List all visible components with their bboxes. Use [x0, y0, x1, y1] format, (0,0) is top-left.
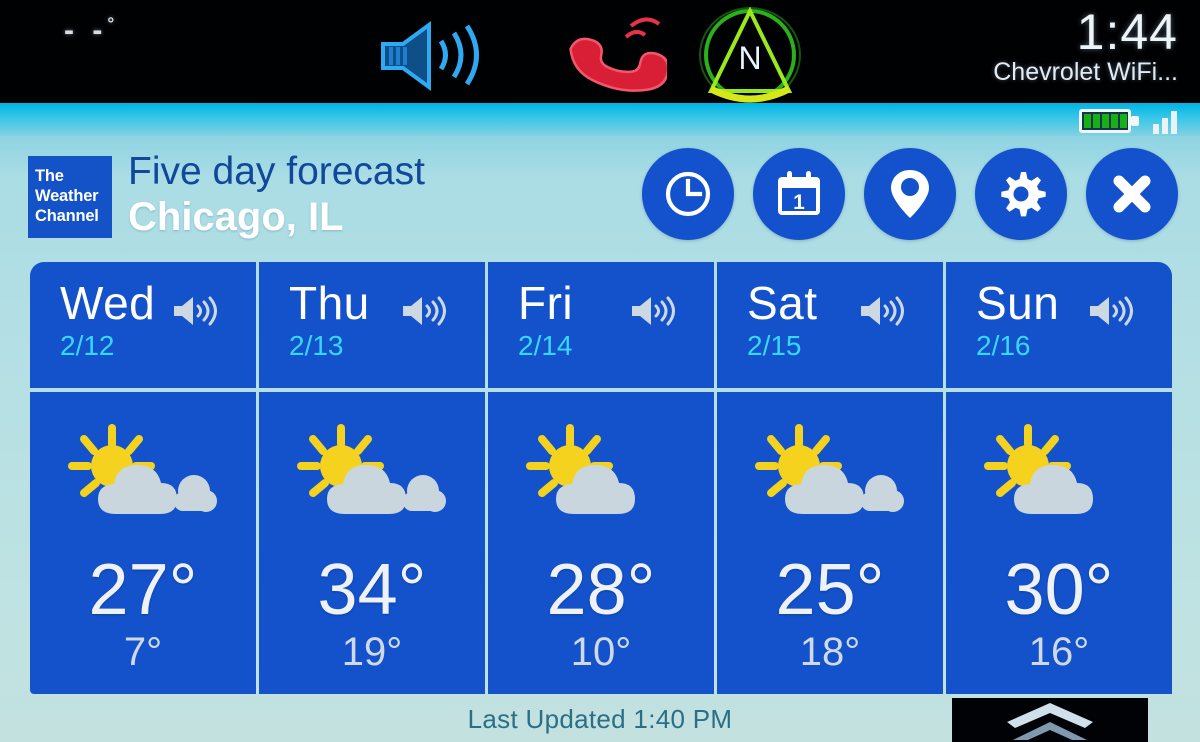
forecast-day-header[interactable]: Thu 2/13: [259, 262, 485, 388]
five-day-forecast-grid: Wed 2/12 27° 7° Thu 2/13 34° 19° Fri 2/1…: [30, 262, 1172, 694]
last-updated-label: Last Updated 1:40 PM: [467, 704, 733, 734]
day-name: Thu: [289, 277, 370, 329]
day-date: 2/13: [289, 330, 344, 361]
the-weather-channel-logo: The Weather Channel: [28, 156, 112, 238]
day-date: 2/16: [976, 330, 1031, 361]
outside-temperature-display: - -°: [64, 14, 119, 48]
daily-calendar-button[interactable]: 1: [753, 148, 845, 240]
vehicle-status-bar: - -° N 1:44 Chevrolet WiFi...: [0, 0, 1200, 104]
partly-cloudy-icon: [970, 422, 1148, 530]
logo-line-1: The: [35, 167, 64, 185]
calendar-icon: 1: [778, 171, 820, 215]
speaker-icon[interactable]: [172, 294, 218, 328]
map-pin-icon: [891, 170, 929, 218]
battery-icon: [1079, 109, 1139, 133]
forecast-day-column: Wed 2/12 27° 7°: [30, 262, 256, 694]
low-temperature: 16°: [1028, 630, 1090, 674]
high-temperature: 34°: [317, 550, 427, 630]
calendar-day-number: 1: [793, 191, 805, 214]
forecast-day-body[interactable]: 28° 10°: [488, 392, 714, 694]
high-temperature: 25°: [775, 550, 885, 630]
high-temperature: 30°: [1004, 550, 1114, 630]
low-temperature: 7°: [123, 630, 163, 674]
logo-line-3: Channel: [35, 207, 99, 225]
day-date: 2/14: [518, 330, 573, 361]
day-name: Sun: [976, 277, 1060, 329]
connection-label: Chevrolet WiFi...: [993, 58, 1178, 86]
forecast-day-body[interactable]: 34° 19°: [259, 392, 485, 694]
logo-line-2: Weather: [35, 187, 99, 205]
partly-cloudy-icon: [741, 422, 919, 530]
low-temperature: 19°: [341, 630, 403, 674]
day-date: 2/12: [60, 330, 115, 361]
drawer-handle[interactable]: [952, 698, 1148, 742]
high-temperature: 28°: [546, 550, 656, 630]
forecast-day-body[interactable]: 25° 18°: [717, 392, 943, 694]
speaker-icon[interactable]: [859, 294, 905, 328]
location-button[interactable]: [864, 148, 956, 240]
outside-temperature-value: - -: [64, 14, 108, 47]
gear-icon: [1001, 172, 1046, 217]
status-strip: [0, 103, 1200, 139]
forecast-day-column: Sat 2/15 25° 18°: [717, 262, 943, 694]
signal-bars-icon: [1153, 111, 1177, 134]
speaker-icon[interactable]: [401, 294, 447, 328]
forecast-day-header[interactable]: Wed 2/12: [30, 262, 256, 388]
day-name: Wed: [60, 277, 156, 329]
clock-time: 1:44: [1076, 4, 1178, 60]
speaker-icon[interactable]: [1088, 294, 1134, 328]
low-temperature: 18°: [799, 630, 861, 674]
app-header: The Weather Channel Five day forecast Ch…: [0, 140, 1200, 252]
close-x-icon: [1113, 175, 1151, 213]
low-temperature: 10°: [570, 630, 632, 674]
double-chevron-up-icon: [1007, 703, 1093, 740]
head-unit-screen: - -° N 1:44 Chevrolet WiFi... The Weathe…: [0, 0, 1200, 742]
clock-icon: [665, 171, 711, 217]
partly-cloudy-icon: [283, 422, 461, 530]
partly-cloudy-icon: [54, 422, 232, 530]
location-title: Chicago, IL: [128, 195, 344, 239]
compass-north-icon: N: [690, 6, 810, 104]
day-name: Fri: [518, 277, 574, 329]
settings-button[interactable]: [975, 148, 1067, 240]
day-name: Sat: [747, 277, 818, 329]
partly-cloudy-icon: [512, 422, 690, 530]
clock-block: 1:44 Chevrolet WiFi...: [848, 6, 1178, 86]
hourly-clock-button[interactable]: [642, 148, 734, 240]
page-title: Five day forecast: [128, 150, 425, 193]
forecast-day-header[interactable]: Fri 2/14: [488, 262, 714, 388]
high-temperature: 27°: [88, 550, 198, 630]
forecast-day-column: Sun 2/16 30° 16°: [946, 262, 1172, 694]
forecast-day-body[interactable]: 30° 16°: [946, 392, 1172, 694]
forecast-day-column: Thu 2/13 34° 19°: [259, 262, 485, 694]
degree-symbol: °: [107, 14, 120, 33]
day-date: 2/15: [747, 330, 802, 361]
volume-speaker-icon: [376, 16, 496, 94]
forecast-day-column: Fri 2/14 28° 10°: [488, 262, 714, 694]
forecast-day-body[interactable]: 27° 7°: [30, 392, 256, 694]
svg-text:N: N: [738, 40, 761, 76]
phone-handset-icon: [560, 12, 670, 100]
header-action-bar: 1: [642, 148, 1178, 240]
header-titles: Five day forecast Chicago, IL: [128, 150, 425, 240]
forecast-day-header[interactable]: Sun 2/16: [946, 262, 1172, 388]
forecast-day-header[interactable]: Sat 2/15: [717, 262, 943, 388]
close-button[interactable]: [1086, 148, 1178, 240]
speaker-icon[interactable]: [630, 294, 676, 328]
